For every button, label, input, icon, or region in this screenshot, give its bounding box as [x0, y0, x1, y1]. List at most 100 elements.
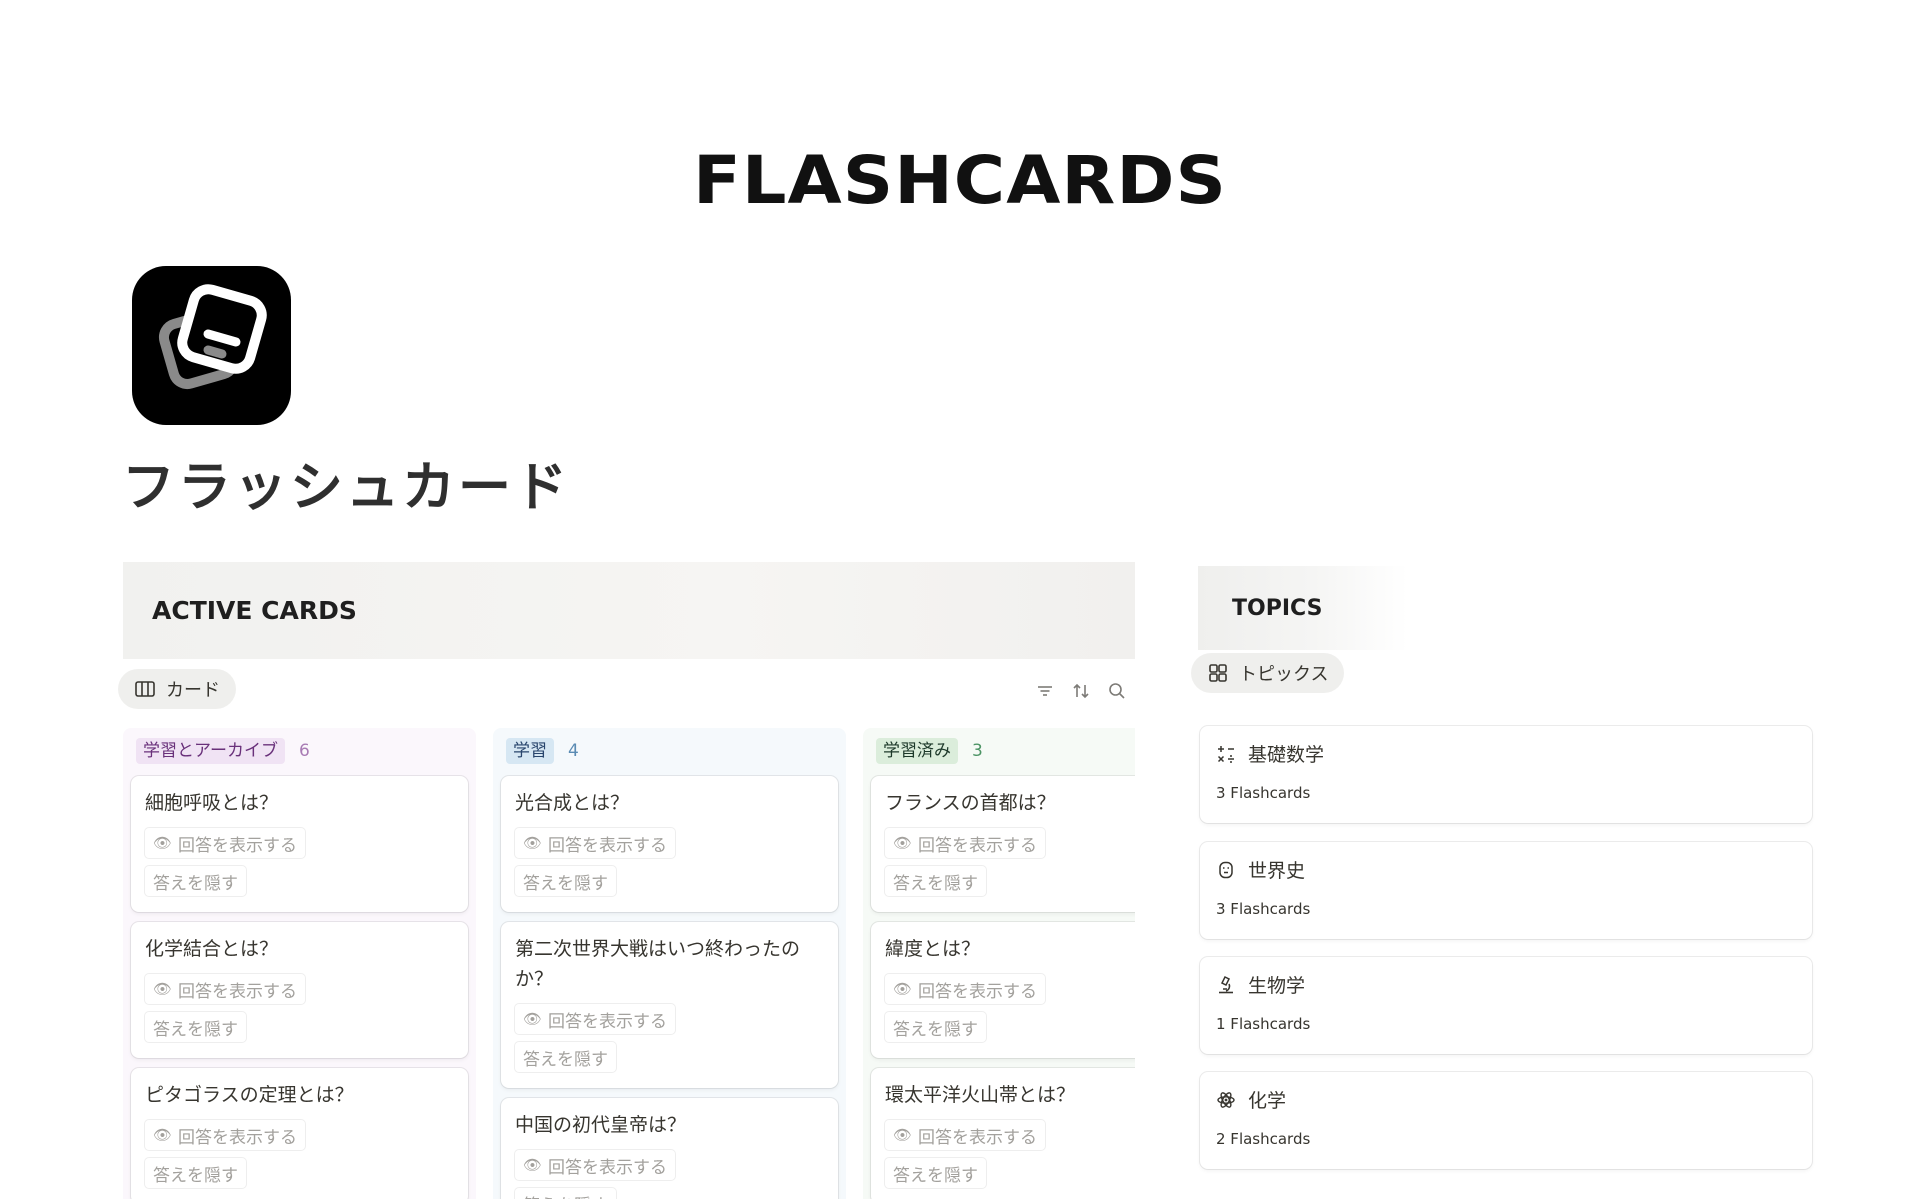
search-button[interactable]	[1106, 680, 1128, 702]
show-answer-button[interactable]: 👁 回答を表示する	[885, 974, 1045, 1004]
topic-count: 1 Flashcards	[1216, 1015, 1311, 1033]
show-answer-label: 回答を表示する	[918, 981, 1038, 1002]
show-answer-label: 回答を表示する	[548, 1157, 668, 1178]
board-column: 学習 4 光合成とは？ 👁 回答を表示する 答えを隠す 第二次世界大戦はいつ終わっ…	[493, 728, 846, 1199]
column-tag: 学習とアーカイブ	[136, 738, 285, 764]
card-question: フランスの首都は？	[885, 792, 1056, 814]
hide-answer-button[interactable]: 答えを隠す	[885, 1158, 986, 1188]
show-answer-button[interactable]: 👁 回答を表示する	[885, 828, 1045, 858]
column-count: 3	[972, 741, 983, 761]
microscope-icon	[1219, 975, 1233, 993]
flashcard[interactable]: 緯度とは？ 👁 回答を表示する 答えを隠す	[871, 922, 1135, 1058]
flashcard[interactable]: 第二次世界大戦はいつ終わったのか？ 👁 回答を表示する 答えを隠す	[501, 922, 838, 1088]
hide-answer-button[interactable]: 答えを隠す	[515, 1188, 616, 1199]
show-answer-button[interactable]: 👁 回答を表示する	[515, 828, 675, 858]
hide-answer-label: 答えを隠す	[153, 873, 238, 894]
topic-card[interactable]: 生物学 1 Flashcards	[1200, 957, 1812, 1054]
hide-answer-button[interactable]: 答えを隠す	[885, 866, 986, 896]
hide-answer-button[interactable]: 答えを隠す	[885, 1012, 986, 1042]
card-question: 光合成とは？	[515, 792, 630, 814]
eye-icon: 👁	[893, 980, 913, 998]
column-tag: 学習済み	[876, 738, 958, 764]
eye-icon: 👁	[153, 1126, 173, 1144]
show-answer-button[interactable]: 👁 回答を表示する	[515, 1150, 675, 1180]
view-tab-label: トピックス	[1239, 664, 1329, 685]
show-answer-label: 回答を表示する	[178, 1127, 298, 1148]
show-answer-label: 回答を表示する	[548, 1011, 668, 1032]
show-answer-button[interactable]: 👁 回答を表示する	[145, 828, 305, 858]
topic-card[interactable]: 世界史 3 Flashcards	[1200, 842, 1812, 939]
flashcard[interactable]: 光合成とは？ 👁 回答を表示する 答えを隠す	[501, 776, 838, 912]
show-answer-label: 回答を表示する	[548, 835, 668, 856]
flashcard[interactable]: 中国の初代皇帝は？ 👁 回答を表示する 答えを隠す	[501, 1098, 838, 1199]
show-answer-label: 回答を表示する	[178, 835, 298, 856]
hide-answer-button[interactable]: 答えを隠す	[515, 1042, 616, 1072]
column-header: 学習 4	[506, 738, 838, 764]
eye-icon: 👁	[893, 834, 913, 852]
hide-answer-label: 答えを隠す	[523, 1191, 608, 1199]
card-question: 環太平洋火山帯とは？	[885, 1084, 1076, 1106]
eye-icon: 👁	[523, 834, 543, 852]
show-answer-button[interactable]: 👁 回答を表示する	[145, 1120, 305, 1150]
column-tag: 学習	[506, 738, 554, 764]
card-question: 中国の初代皇帝は？	[515, 1114, 687, 1136]
flashcard[interactable]: 細胞呼吸とは？ 👁 回答を表示する 答えを隠す	[131, 776, 468, 912]
show-answer-button[interactable]: 👁 回答を表示する	[145, 974, 305, 1004]
topics-header: TOPICS	[1198, 566, 1408, 650]
hide-answer-button[interactable]: 答えを隠す	[515, 866, 616, 896]
column-count: 4	[568, 741, 579, 761]
active-cards-heading: ACTIVE CARDS	[152, 596, 357, 625]
view-tab-topics[interactable]: トピックス	[1191, 653, 1345, 693]
show-answer-label: 回答を表示する	[178, 981, 298, 1002]
view-tab-cards[interactable]: カード	[118, 669, 236, 709]
show-answer-label: 回答を表示する	[918, 1127, 1038, 1148]
show-answer-button[interactable]: 👁 回答を表示する	[515, 1004, 675, 1034]
flashcard[interactable]: フランスの首都は？ 👁 回答を表示する 答えを隠す	[871, 776, 1135, 912]
topic-name: 基礎数学	[1248, 744, 1325, 766]
card-question: 緯度とは？	[885, 938, 981, 960]
topic-name: 化学	[1248, 1090, 1287, 1112]
eye-icon: 👁	[523, 1010, 543, 1028]
board-column: 学習とアーカイブ 6 細胞呼吸とは？ 👁 回答を表示する 答えを隠す 化学結合とは…	[123, 728, 476, 1199]
show-answer-button[interactable]: 👁 回答を表示する	[885, 1120, 1045, 1150]
flashcard[interactable]: 化学結合とは？ 👁 回答を表示する 答えを隠す	[131, 922, 468, 1058]
page-title: フラッシュカード	[122, 457, 570, 518]
show-answer-label: 回答を表示する	[918, 835, 1038, 856]
topic-card[interactable]: 基礎数学 3 Flashcards	[1200, 726, 1812, 823]
hide-answer-button[interactable]: 答えを隠す	[145, 866, 246, 896]
card-question: ピタゴラスの定理とは？	[145, 1084, 354, 1106]
active-cards-header: ACTIVE CARDS	[123, 562, 1135, 659]
cards-board: 学習とアーカイブ 6 細胞呼吸とは？ 👁 回答を表示する 答えを隠す 化学結合とは…	[123, 728, 1135, 1199]
eye-icon: 👁	[153, 980, 173, 998]
column-header: 学習済み 3	[876, 738, 1135, 764]
topic-name: 世界史	[1248, 860, 1306, 882]
filter-button[interactable]	[1034, 680, 1056, 702]
topic-count: 3 Flashcards	[1216, 900, 1311, 918]
topic-name: 生物学	[1248, 975, 1306, 997]
gallery-icon	[1209, 664, 1227, 682]
filter-icon	[1038, 686, 1052, 696]
hide-answer-label: 答えを隠す	[153, 1165, 238, 1186]
flashcard-logo-icon	[158, 284, 267, 390]
eye-icon: 👁	[893, 1126, 913, 1144]
card-question: 化学結合とは？	[145, 938, 279, 960]
hide-answer-label: 答えを隠す	[893, 873, 978, 894]
sort-button[interactable]	[1070, 680, 1092, 702]
column-count: 6	[298, 741, 310, 761]
topics-heading: TOPICS	[1232, 596, 1323, 621]
topic-card[interactable]: 化学 2 Flashcards	[1200, 1072, 1812, 1169]
hide-answer-button[interactable]: 答えを隠す	[145, 1012, 246, 1042]
view-tab-label: カード	[166, 680, 220, 701]
atom-icon	[1217, 1091, 1235, 1108]
history-head-icon	[1219, 861, 1233, 878]
banner-title: FLASHCARDS	[693, 142, 1227, 219]
hide-answer-label: 答えを隠す	[893, 1165, 978, 1186]
eye-icon: 👁	[523, 1156, 543, 1174]
flashcard[interactable]: ピタゴラスの定理とは？ 👁 回答を表示する 答えを隠す	[131, 1068, 468, 1199]
card-question: 第二次世界大戦はいつ終わったのか？	[515, 938, 801, 990]
hide-answer-button[interactable]: 答えを隠す	[145, 1158, 246, 1188]
flashcard[interactable]: 環太平洋火山帯とは？ 👁 回答を表示する 答えを隠す	[871, 1068, 1135, 1199]
hide-answer-label: 答えを隠す	[523, 1049, 608, 1070]
board-toolbar	[1034, 680, 1128, 702]
page-icon[interactable]	[132, 266, 291, 425]
